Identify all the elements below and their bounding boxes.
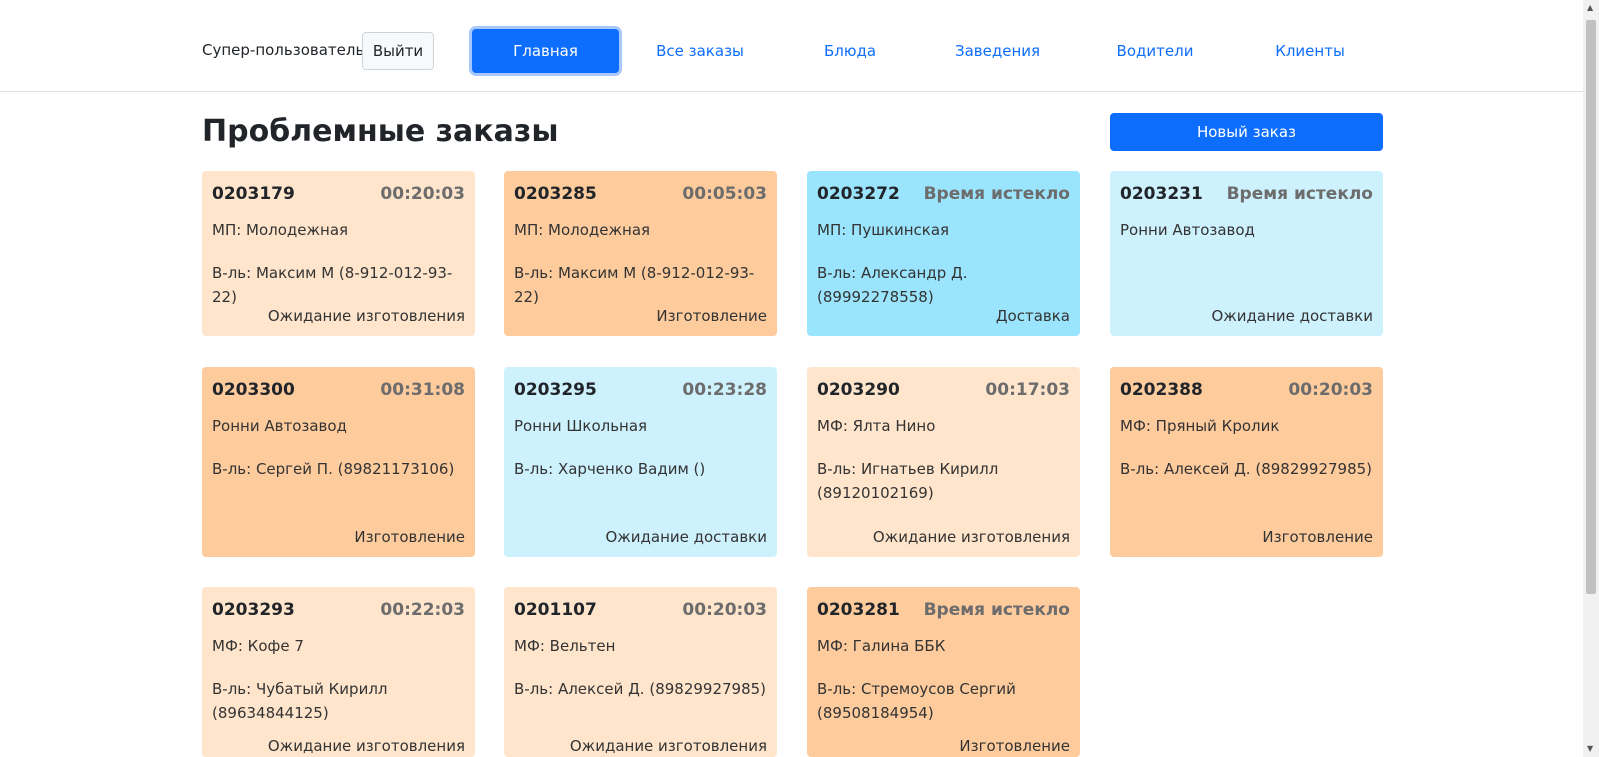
order-driver: В-ль: Сергей П. (89821173106) [212,460,455,478]
page-scrollbar[interactable]: ▲ ▼ [1583,0,1599,757]
scrollbar-thumb[interactable] [1586,20,1596,594]
order-status: Ожидание изготовления [872,528,1070,546]
order-driver: В-ль: Алексей Д. (89829927985) [514,680,767,698]
page-title: Проблемные заказы [202,114,559,149]
order-timer: 00:20:03 [380,184,465,204]
order-driver: В-ль: Максим М (8-912-012-93-22) [514,264,755,306]
order-place: МП: Пушкинская [817,221,950,239]
order-number: 0203179 [212,184,295,204]
scroll-down-arrow-icon[interactable]: ▼ [1587,745,1593,753]
scroll-up-arrow-icon[interactable]: ▲ [1587,4,1593,12]
order-status: Изготовление [656,307,767,325]
order-driver: В-ль: Чубатый Кирилл (89634844125) [212,680,388,722]
nav-item-drivers[interactable]: Водители [1100,29,1210,73]
order-status: Ожидание доставки [1211,307,1373,325]
page: Супер-пользователь Выйти Главная Все зак… [0,0,1599,757]
order-number: 0203290 [817,380,900,400]
order-timer: 00:20:03 [682,600,767,620]
top-navbar: Супер-пользователь Выйти Главная Все зак… [0,0,1583,92]
order-place: МФ: Вельтен [514,637,616,655]
order-driver: В-ль: Александр Д. (89992278558) [817,264,968,306]
order-timer: 00:23:28 [682,380,767,400]
order-place: Ронни Автозавод [1120,221,1255,239]
order-number: 0203300 [212,380,295,400]
logout-button[interactable]: Выйти [362,32,434,70]
order-timer: 00:31:08 [380,380,465,400]
order-driver: В-ль: Харченко Вадим () [514,460,706,478]
order-timer: 00:20:03 [1288,380,1373,400]
nav-item-clients[interactable]: Клиенты [1260,29,1360,73]
order-place: МП: Молодежная [514,221,651,239]
order-number: 0203272 [817,184,900,204]
order-number: 0203231 [1120,184,1203,204]
order-card[interactable]: 0203179 00:20:03 МП: Молодежная В-ль: Ма… [202,171,475,336]
nav-item-dishes[interactable]: Блюда [800,29,900,73]
order-driver: В-ль: Стремоусов Сергий (89508184954) [817,680,1016,722]
order-place: МП: Молодежная [212,221,349,239]
order-card[interactable]: 0203231 Время истекло Ронни Автозавод Ож… [1110,171,1383,336]
order-card[interactable]: 0203281 Время истекло МФ: Галина ББК В-л… [807,587,1080,757]
order-number: 0203295 [514,380,597,400]
order-status: Доставка [995,307,1070,325]
order-number: 0203293 [212,600,295,620]
order-card[interactable]: 0203295 00:23:28 Ронни Школьная В-ль: Ха… [504,367,777,557]
nav-item-main[interactable]: Главная [472,29,619,73]
order-number: 0203285 [514,184,597,204]
nav-item-all-orders[interactable]: Все заказы [640,29,760,73]
order-status: Ожидание доставки [605,528,767,546]
order-place: МФ: Пряный Кролик [1120,417,1280,435]
order-timer: 00:05:03 [682,184,767,204]
order-driver: В-ль: Алексей Д. (89829927985) [1120,460,1373,478]
order-number: 0202388 [1120,380,1203,400]
order-card[interactable]: 0203293 00:22:03 МФ: Кофе 7 В-ль: Чубаты… [202,587,475,757]
order-place: МФ: Ялта Нино [817,417,936,435]
order-card[interactable]: 0203290 00:17:03 МФ: Ялта Нино В-ль: Игн… [807,367,1080,557]
order-place: Ронни Школьная [514,417,648,435]
new-order-button[interactable]: Новый заказ [1110,113,1383,151]
order-status: Изготовление [959,737,1070,755]
order-number: 0203281 [817,600,900,620]
order-place: МФ: Галина ББК [817,637,946,655]
order-card[interactable]: 0203300 00:31:08 Ронни Автозавод В-ль: С… [202,367,475,557]
order-status: Ожидание изготовления [267,737,465,755]
order-place: Ронни Автозавод [212,417,347,435]
order-timer: Время истекло [1226,184,1373,204]
order-card[interactable]: 0203285 00:05:03 МП: Молодежная В-ль: Ма… [504,171,777,336]
order-number: 0201107 [514,600,597,620]
order-driver: В-ль: Игнатьев Кирилл (89120102169) [817,460,999,502]
order-timer: 00:22:03 [380,600,465,620]
order-driver: В-ль: Максим М (8-912-012-93-22) [212,264,453,306]
order-card[interactable]: 0201107 00:20:03 МФ: Вельтен В-ль: Алекс… [504,587,777,757]
order-status: Ожидание изготовления [569,737,767,755]
order-card[interactable]: 0202388 00:20:03 МФ: Пряный Кролик В-ль:… [1110,367,1383,557]
order-status: Ожидание изготовления [267,307,465,325]
order-card[interactable]: 0203272 Время истекло МП: Пушкинская В-л… [807,171,1080,336]
order-timer: 00:17:03 [985,380,1070,400]
order-status: Изготовление [1262,528,1373,546]
order-status: Изготовление [354,528,465,546]
nav-item-venues[interactable]: Заведения [940,29,1055,73]
order-timer: Время истекло [923,184,1070,204]
order-place: МФ: Кофе 7 [212,637,304,655]
user-role-label: Супер-пользователь [202,41,365,59]
order-timer: Время истекло [923,600,1070,620]
